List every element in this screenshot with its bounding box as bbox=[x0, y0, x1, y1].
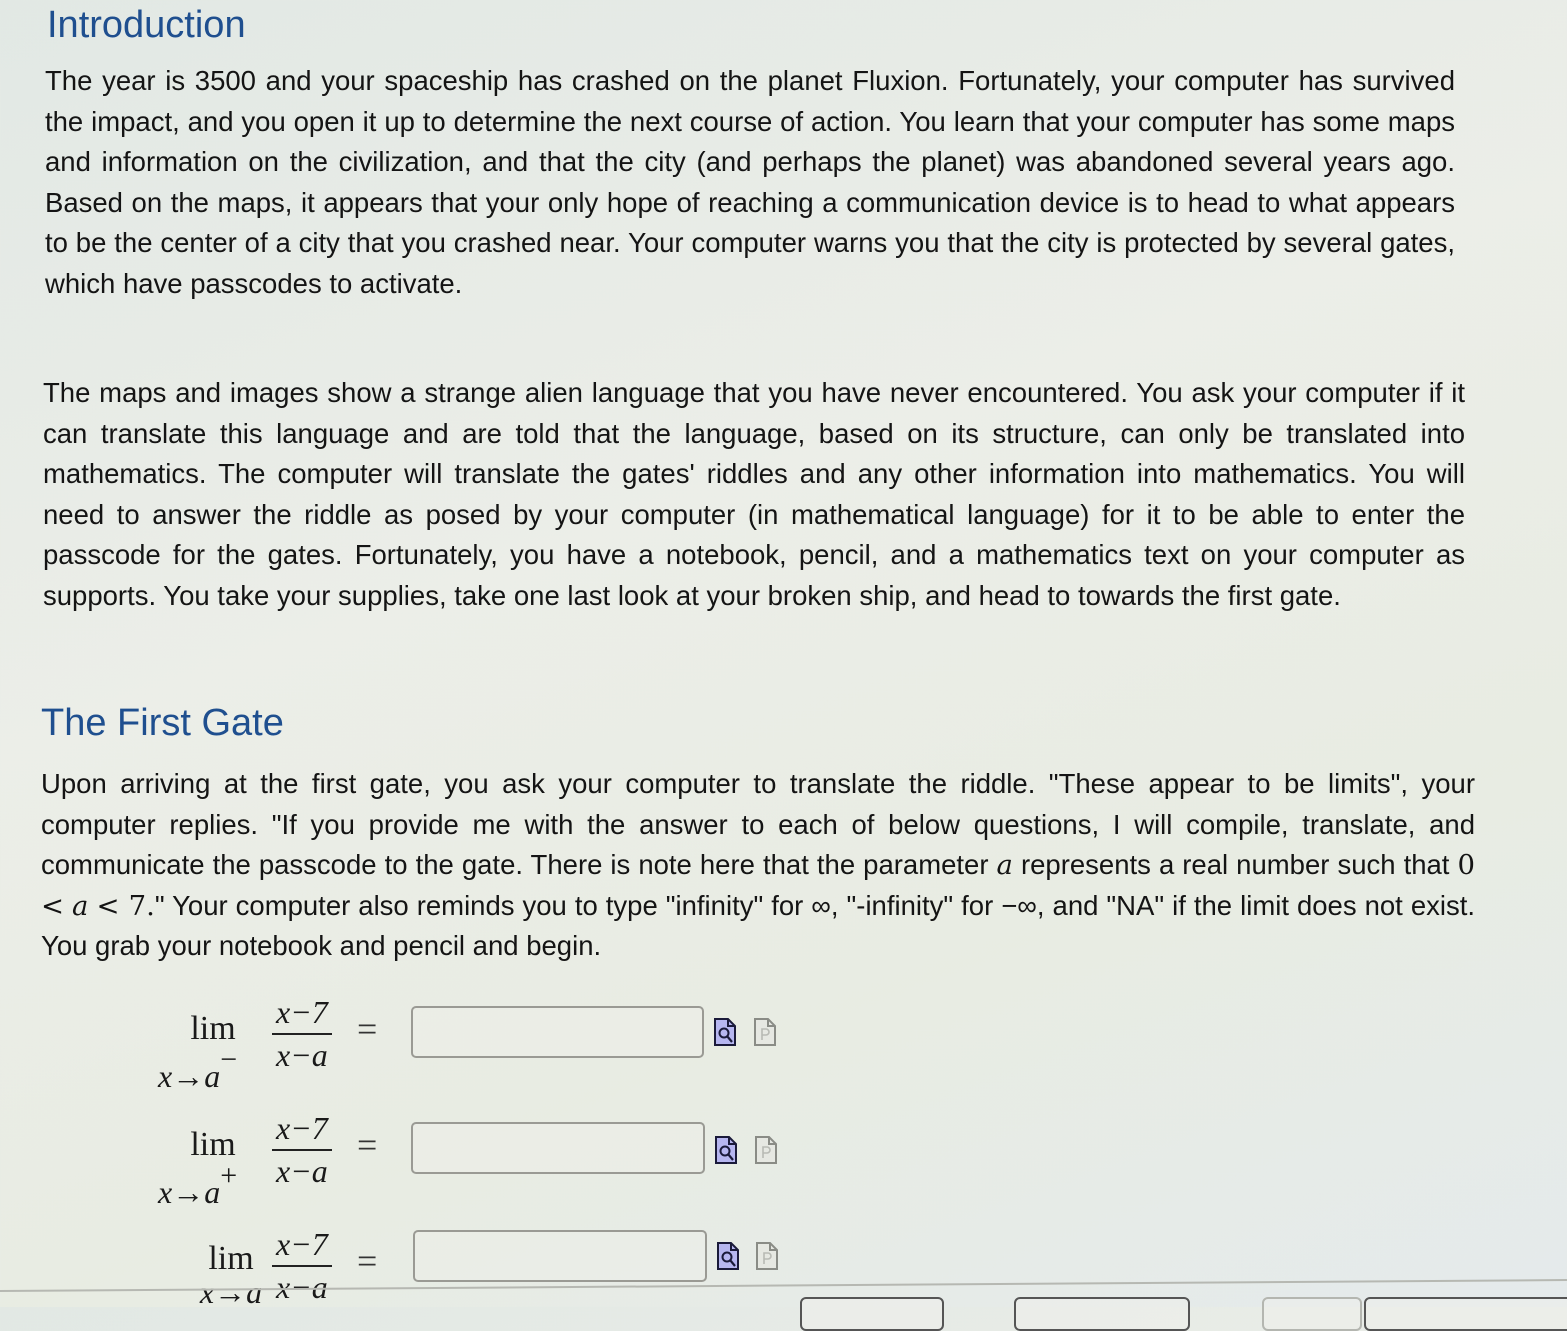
limit-operator: lim x→a bbox=[186, 1240, 276, 1311]
denominator: x−a bbox=[276, 1037, 328, 1073]
bottom-button-4[interactable] bbox=[1364, 1297, 1567, 1331]
answer-input-left-limit[interactable] bbox=[411, 1006, 704, 1058]
lim-side: − bbox=[220, 1043, 238, 1076]
lim-label: lim bbox=[208, 1240, 254, 1277]
fraction: x−7 x−a bbox=[272, 1226, 332, 1306]
limit-operator: lim x→a+ bbox=[158, 1126, 268, 1211]
limit-operator: lim x→a− bbox=[158, 1010, 268, 1095]
limit-question-two-sided: lim x→a x−7 x−a = bbox=[0, 1224, 800, 1324]
first-gate-text-3: " Your computer also reminds you to type… bbox=[41, 889, 1476, 962]
lim-label: lim bbox=[190, 1010, 236, 1047]
preview-answer-icon[interactable] bbox=[715, 1136, 737, 1164]
page: Introduction The year is 3500 and your s… bbox=[0, 0, 1567, 1331]
preview-answer-icon[interactable] bbox=[714, 1018, 736, 1046]
lim-approach: x→a bbox=[158, 1174, 221, 1210]
numerator: x−7 bbox=[276, 1110, 328, 1146]
fraction: x−7 x−a bbox=[272, 994, 332, 1074]
answer-input-two-sided-limit[interactable] bbox=[413, 1230, 707, 1282]
param-a: a bbox=[996, 849, 1013, 881]
numerator: x−7 bbox=[276, 994, 328, 1030]
answer-help-icon[interactable] bbox=[754, 1018, 776, 1046]
denominator: x−a bbox=[272, 1267, 332, 1306]
answer-input-right-limit[interactable] bbox=[411, 1122, 705, 1174]
lim-approach: x→a bbox=[199, 1274, 263, 1310]
equals-sign: = bbox=[357, 1241, 378, 1281]
limit-question-right: lim x→a+ x−7 x−a = bbox=[0, 1106, 800, 1210]
lim-side: + bbox=[220, 1159, 238, 1192]
lim-approach: x→a bbox=[158, 1058, 221, 1094]
inequality-right: < 7. bbox=[96, 889, 155, 922]
intro-paragraph-2: The maps and images show a strange alien… bbox=[43, 377, 1465, 611]
lim-label: lim bbox=[190, 1126, 236, 1163]
answer-help-icon[interactable] bbox=[755, 1136, 777, 1164]
first-gate-heading: The First Gate bbox=[41, 702, 284, 744]
fraction: x−7 x−a bbox=[272, 1110, 332, 1190]
numerator: x−7 bbox=[276, 1226, 328, 1262]
equals-sign: = bbox=[357, 1125, 378, 1165]
first-gate-text-2: represents a real number such that bbox=[1012, 849, 1458, 880]
denominator: x−a bbox=[276, 1153, 328, 1189]
limit-question-left: lim x→a− x−7 x−a = bbox=[0, 990, 800, 1094]
bottom-button-2[interactable] bbox=[1014, 1297, 1190, 1331]
first-gate-paragraph: Upon arriving at the first gate, you ask… bbox=[41, 764, 1475, 967]
preview-answer-icon[interactable] bbox=[717, 1242, 739, 1270]
bottom-button-3[interactable] bbox=[1262, 1297, 1362, 1331]
answer-help-icon[interactable] bbox=[756, 1242, 778, 1270]
bottom-button-1[interactable] bbox=[800, 1297, 944, 1331]
equals-sign: = bbox=[357, 1009, 378, 1049]
inequality-var: a bbox=[72, 889, 89, 922]
intro-heading: Introduction bbox=[47, 4, 246, 46]
intro-paragraph-1: The year is 3500 and your spaceship has … bbox=[45, 65, 1455, 299]
